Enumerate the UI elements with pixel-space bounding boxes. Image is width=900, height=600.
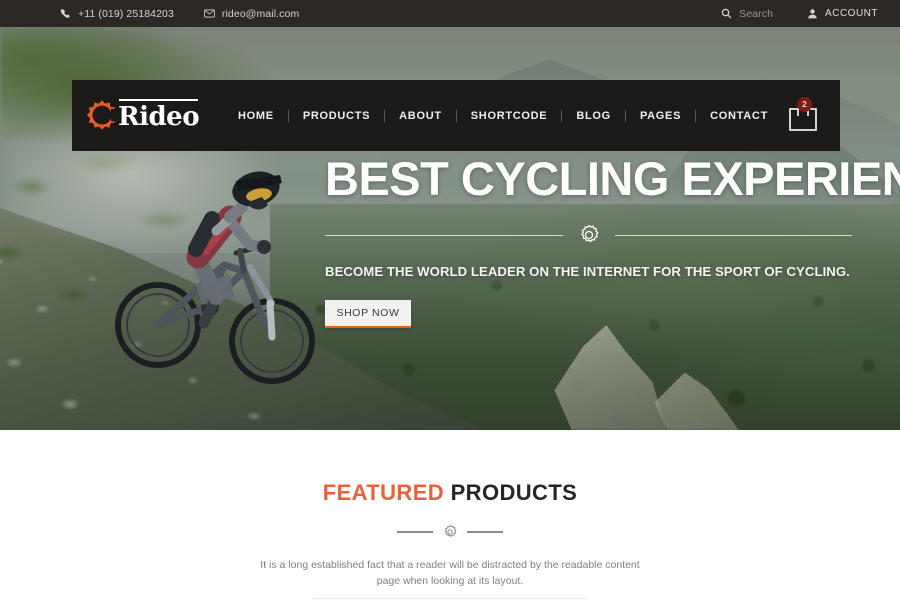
cart-count-badge: 2 xyxy=(797,96,812,112)
featured-products-section: FEATURED PRODUCTS It is a long establish… xyxy=(0,430,900,600)
search-label: Search xyxy=(739,7,774,20)
hero-title: BEST CYCLING EXPERIENCE xyxy=(325,151,900,205)
user-icon xyxy=(807,8,818,19)
site-logo[interactable]: Rideo xyxy=(72,98,224,134)
gear-outline-icon xyxy=(577,223,601,247)
top-utility-bar: +11 (019) 25184203 rideo@mail.com Search xyxy=(0,0,900,27)
email-contact[interactable]: rideo@mail.com xyxy=(204,8,299,20)
phone-contact[interactable]: +11 (019) 25184203 xyxy=(60,8,174,20)
featured-products-description: It is a long established fact that a rea… xyxy=(260,559,640,588)
hero-divider-line-left xyxy=(325,234,563,236)
gear-logo-icon xyxy=(84,98,120,134)
cart-button[interactable]: 2 xyxy=(788,96,818,132)
featured-divider-line-right xyxy=(467,531,503,533)
topbar-contact-group: +11 (019) 25184203 rideo@mail.com xyxy=(60,8,299,20)
nav-item-blog[interactable]: BLOG xyxy=(562,110,625,122)
gear-outline-icon xyxy=(442,524,458,540)
nav-item-pages[interactable]: PAGES xyxy=(626,110,695,122)
topbar-actions-group: Search ACCOUNT xyxy=(721,8,878,20)
nav-item-about[interactable]: ABOUT xyxy=(385,110,456,122)
account-link[interactable]: ACCOUNT xyxy=(807,8,878,19)
phone-number: +11 (019) 25184203 xyxy=(78,7,174,20)
shop-now-button[interactable]: SHOP NOW xyxy=(325,300,411,329)
nav-item-products[interactable]: PRODUCTS xyxy=(289,110,384,122)
search-icon xyxy=(721,8,732,19)
hero-subtitle: BECOME THE WORLD LEADER ON THE INTERNET … xyxy=(325,264,850,280)
main-navigation: HOME PRODUCTS ABOUT SHORTCODE BLOG PAGES… xyxy=(224,109,782,122)
featured-products-title: FEATURED PRODUCTS xyxy=(0,480,900,506)
featured-divider-line-left xyxy=(397,531,433,533)
email-address: rideo@mail.com xyxy=(221,7,300,20)
featured-title-accent: FEATURED xyxy=(322,480,445,505)
search-trigger[interactable]: Search xyxy=(721,8,773,20)
hero-divider-line-right xyxy=(614,234,852,236)
hero-divider xyxy=(325,223,852,247)
account-label: ACCOUNT xyxy=(825,8,878,19)
phone-icon xyxy=(60,8,71,19)
logo-wordmark: Rideo xyxy=(118,98,200,132)
site-header: Rideo HOME PRODUCTS ABOUT SHORTCODE BLOG… xyxy=(72,80,840,151)
featured-title-rest: PRODUCTS xyxy=(444,480,578,505)
hero-banner: Rideo HOME PRODUCTS ABOUT SHORTCODE BLOG… xyxy=(0,27,900,430)
featured-divider xyxy=(0,524,900,540)
nav-item-shortcode[interactable]: SHORTCODE xyxy=(457,110,562,122)
nav-item-contact[interactable]: CONTACT xyxy=(696,110,782,122)
envelope-icon xyxy=(204,8,215,19)
nav-item-home[interactable]: HOME xyxy=(224,110,288,122)
